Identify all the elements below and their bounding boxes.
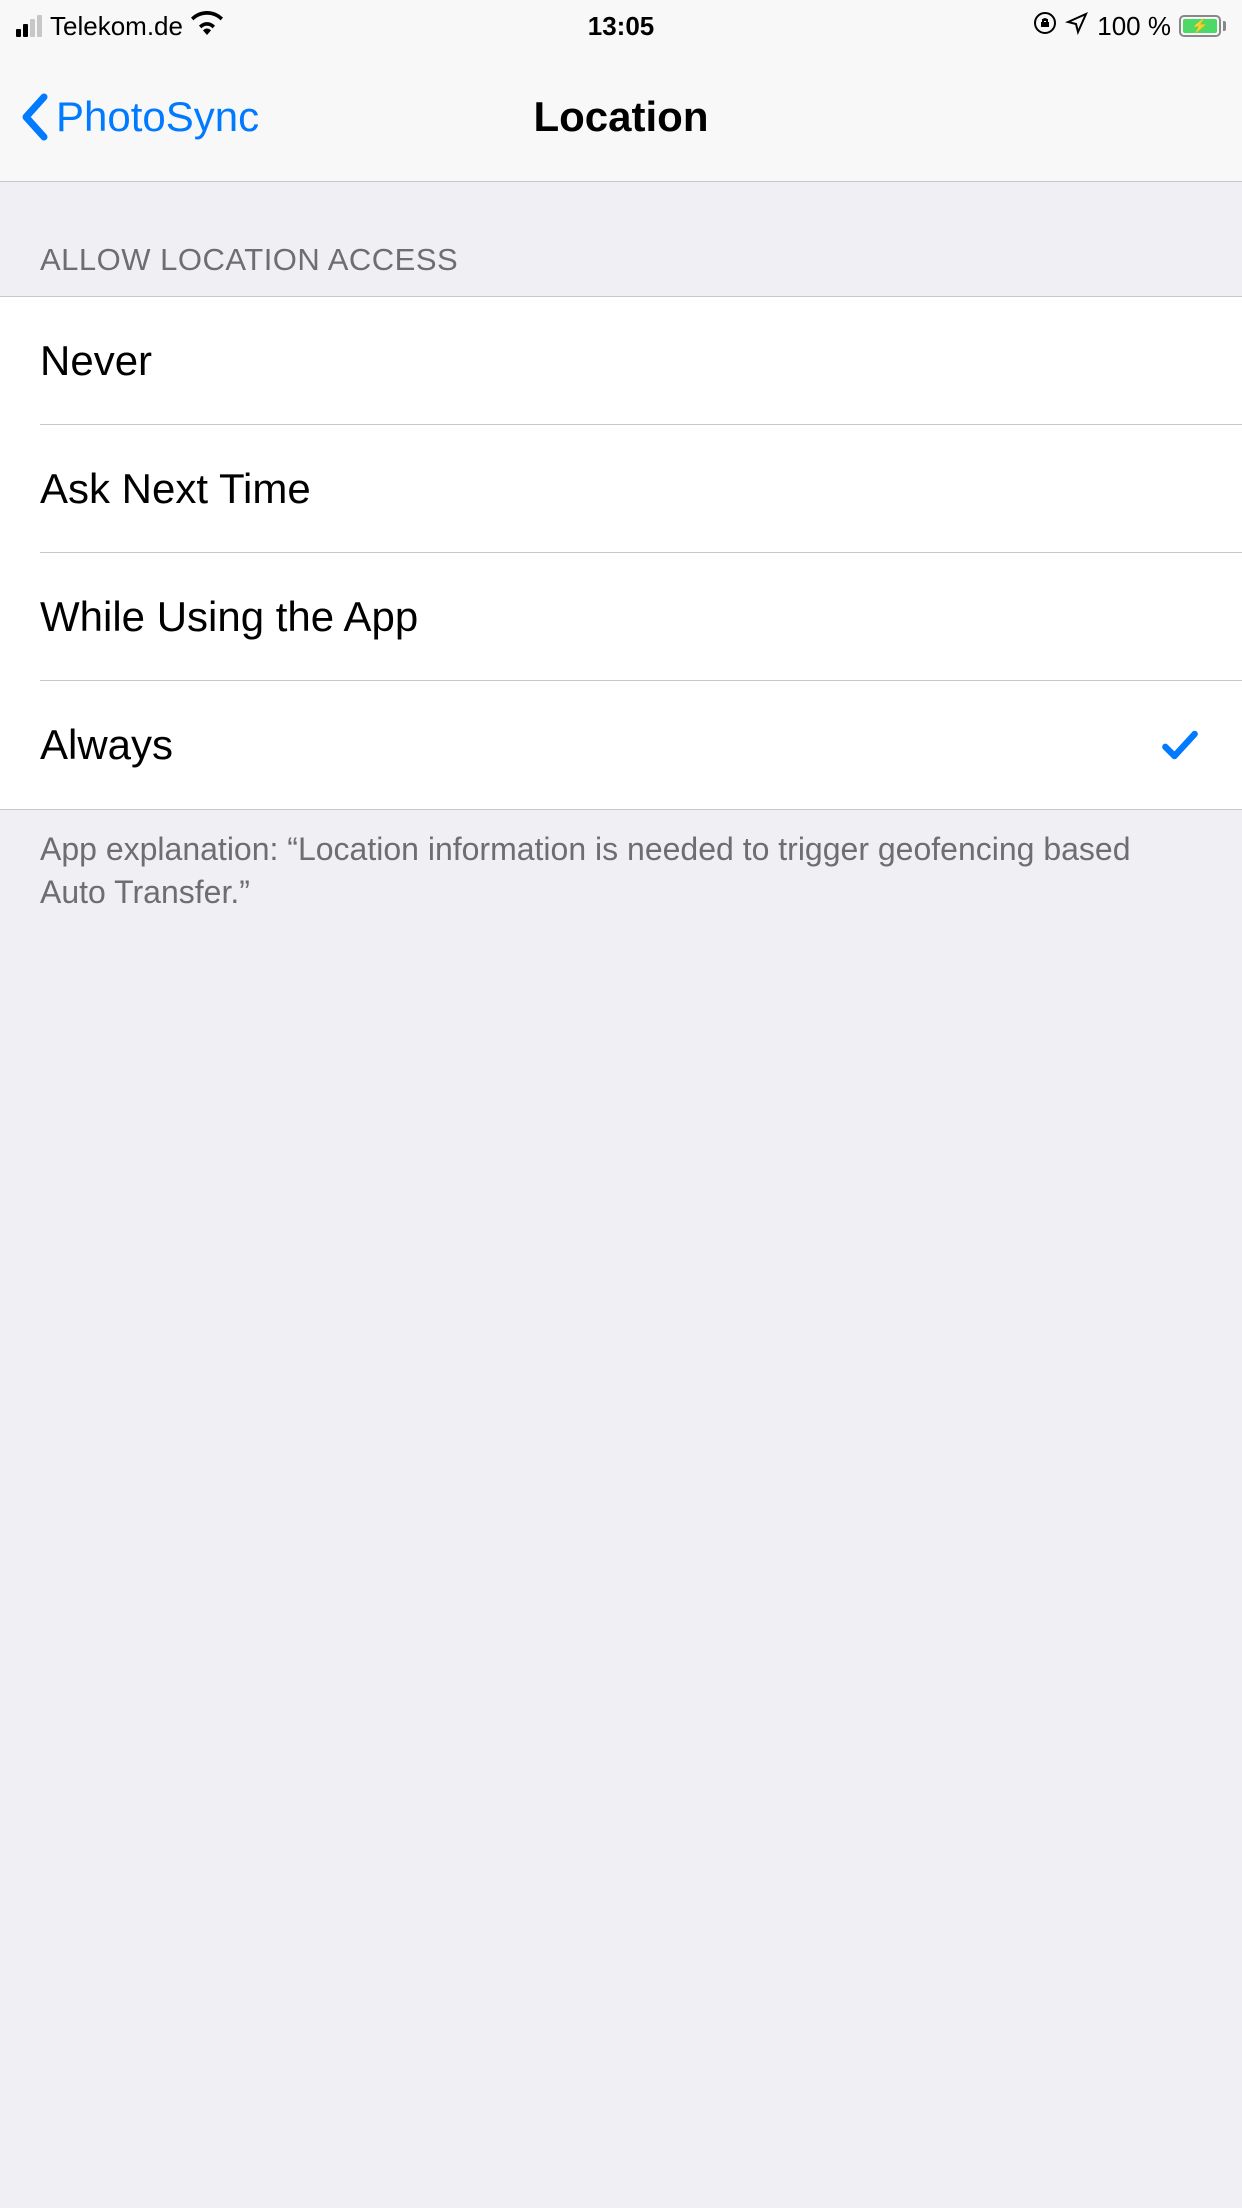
status-left: Telekom.de xyxy=(16,11,223,42)
status-right: 100 % ⚡ xyxy=(1033,11,1226,42)
option-ask-next-time[interactable]: Ask Next Time xyxy=(0,425,1242,553)
back-button-label: PhotoSync xyxy=(56,93,259,141)
option-while-using[interactable]: While Using the App xyxy=(0,553,1242,681)
rotation-lock-icon xyxy=(1033,11,1057,42)
battery-icon: ⚡ xyxy=(1179,15,1226,37)
checkmark-icon xyxy=(1158,723,1202,767)
option-label: While Using the App xyxy=(40,593,418,641)
navigation-bar: PhotoSync Location xyxy=(0,52,1242,182)
status-bar: Telekom.de 13:05 100 % ⚡ xyxy=(0,0,1242,52)
location-arrow-icon xyxy=(1065,11,1089,42)
option-label: Always xyxy=(40,721,173,769)
signal-strength-icon xyxy=(16,15,42,37)
section-footer: App explanation: “Location information i… xyxy=(0,810,1242,932)
battery-percent: 100 % xyxy=(1097,11,1171,42)
status-time: 13:05 xyxy=(588,11,655,42)
option-label: Ask Next Time xyxy=(40,465,311,513)
option-label: Never xyxy=(40,337,152,385)
carrier-label: Telekom.de xyxy=(50,11,183,42)
page-title: Location xyxy=(534,93,709,141)
section-header: Allow Location Access xyxy=(0,182,1242,296)
option-always[interactable]: Always xyxy=(0,681,1242,809)
chevron-left-icon xyxy=(20,93,48,141)
back-button[interactable]: PhotoSync xyxy=(20,93,259,141)
option-never[interactable]: Never xyxy=(0,297,1242,425)
location-access-list: Never Ask Next Time While Using the App … xyxy=(0,296,1242,810)
wifi-icon xyxy=(191,11,223,42)
